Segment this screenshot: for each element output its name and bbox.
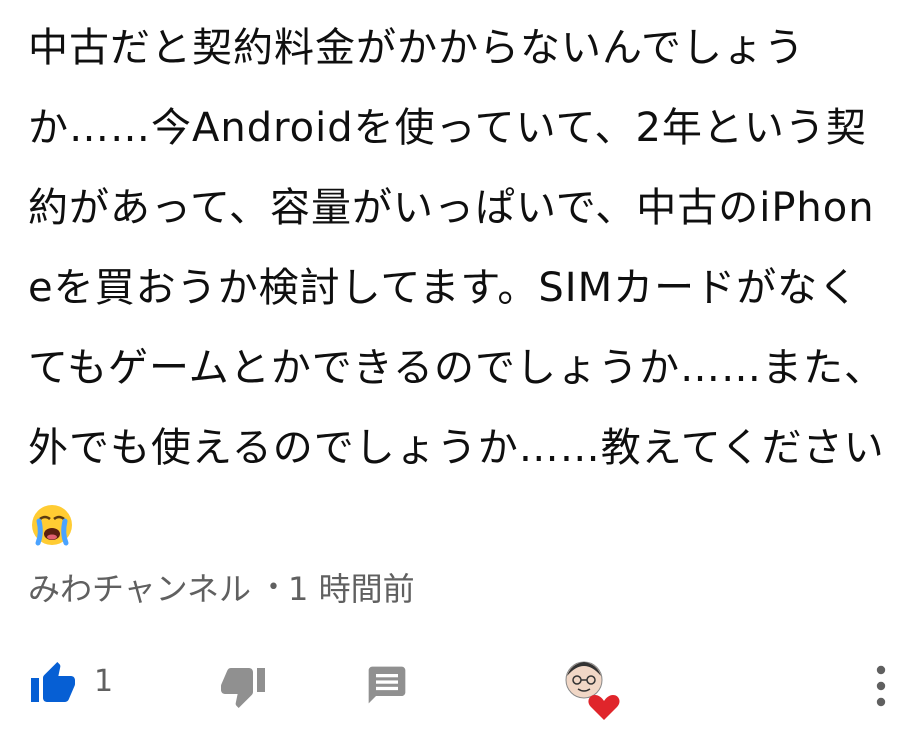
reply-button[interactable] bbox=[362, 660, 412, 710]
comment-text: 中古だと契約料金がかからないんでしょうか……今Androidを使っていて、2年と… bbox=[28, 8, 888, 568]
like-button[interactable] bbox=[26, 656, 80, 712]
comment-action-bar: 1 bbox=[0, 640, 913, 730]
comment-meta: みわチャンネル • 1 時間前 bbox=[28, 562, 415, 612]
meta-separator: • bbox=[267, 574, 281, 600]
reply-comment-icon bbox=[368, 666, 406, 704]
thumbs-down-icon bbox=[221, 668, 265, 708]
creator-heart-icon bbox=[565, 661, 620, 720]
crying-face-emoji-icon bbox=[32, 505, 72, 546]
comment-time: 1 時間前 bbox=[288, 570, 415, 608]
thumbs-up-icon bbox=[31, 662, 75, 702]
more-vert-icon bbox=[876, 665, 886, 707]
more-options-button[interactable] bbox=[864, 660, 898, 712]
comment-body: 中古だと契約料金がかからないんでしょうか……今Androidを使っていて、2年と… bbox=[28, 25, 885, 471]
author-name[interactable]: みわチャンネル bbox=[28, 564, 251, 610]
like-count: 1 bbox=[94, 664, 114, 699]
creator-heart-badge bbox=[560, 656, 622, 722]
dislike-button[interactable] bbox=[216, 658, 270, 714]
